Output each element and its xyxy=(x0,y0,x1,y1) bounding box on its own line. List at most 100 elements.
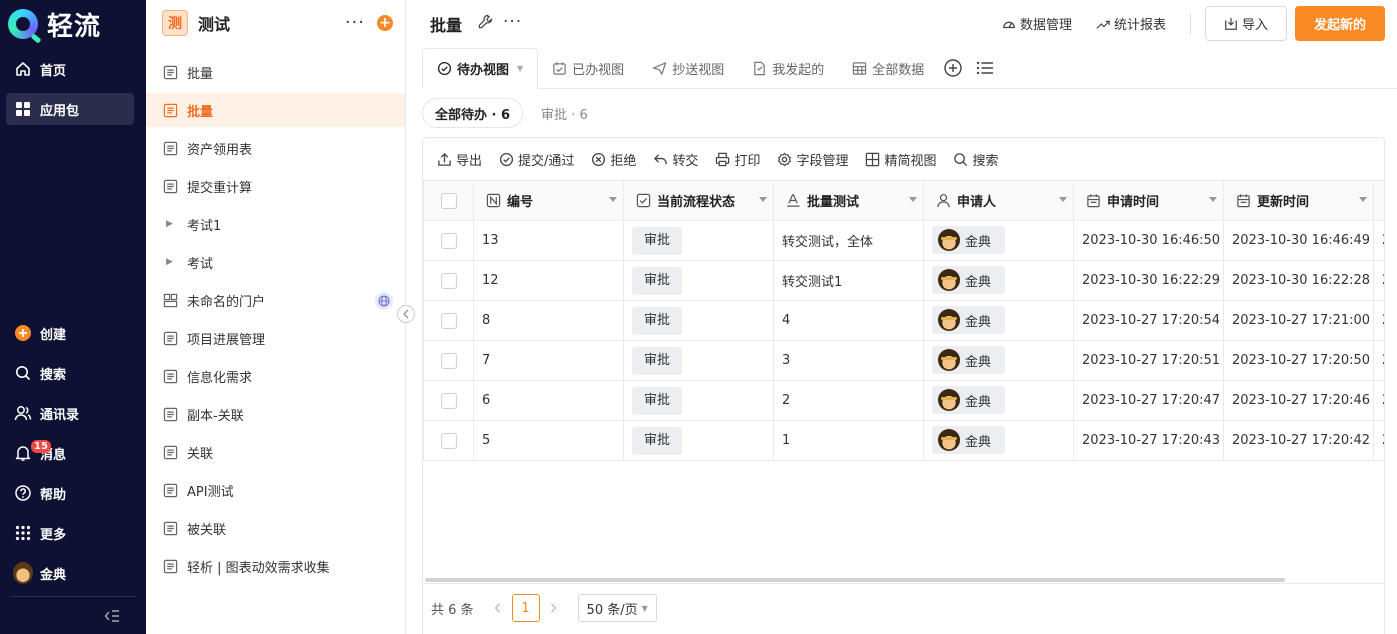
sort-arrow-icon[interactable] xyxy=(1359,197,1367,202)
applicant-chip[interactable]: 金典 xyxy=(932,306,1006,334)
row-checkbox[interactable] xyxy=(440,312,457,329)
prev-page-button[interactable] xyxy=(484,594,512,622)
applicant-chip[interactable]: 金典 xyxy=(932,346,1006,374)
sort-arrow-icon[interactable] xyxy=(759,197,767,202)
more-options-icon[interactable]: ··· xyxy=(345,14,365,32)
nav-collapse-button[interactable] xyxy=(10,596,136,634)
nav-item-help[interactable]: 帮助 xyxy=(6,477,134,509)
applicant-chip[interactable]: 金典 xyxy=(932,266,1006,294)
toolbar-button[interactable]: 拒绝 xyxy=(591,150,636,169)
table-row[interactable]: 6 审批 2 金典 2023-10-27 17:20:47 2023-10-27 17:2… xyxy=(423,380,1384,421)
wrench-icon[interactable] xyxy=(478,14,493,29)
sort-arrow-icon[interactable] xyxy=(1209,197,1217,202)
table-row[interactable]: 12 审批 转交测试1 金典 2023-10-30 16:22:29 2023-10-30… xyxy=(423,260,1384,301)
sidebar-item[interactable]: 信息化需求 xyxy=(146,359,405,393)
column-header[interactable]: 当前流程状态 xyxy=(623,180,774,221)
toolbar-button[interactable]: 精简视图 xyxy=(865,150,936,169)
row-checkbox[interactable] xyxy=(440,352,457,369)
import-button[interactable]: 导入 xyxy=(1205,6,1287,41)
page-1-button[interactable]: 1 xyxy=(511,594,540,622)
row-checkbox[interactable] xyxy=(440,392,457,409)
nav-item-contacts[interactable]: 通讯录 xyxy=(6,397,134,429)
nav-item-more[interactable]: 更多 xyxy=(6,517,134,549)
row-checkbox[interactable] xyxy=(440,232,457,249)
sidebar-item[interactable]: ▶ 考试1 xyxy=(146,207,405,241)
updated-time-cell: 2023-10-30 16:22:28 xyxy=(1223,260,1374,301)
view-list-icon[interactable] xyxy=(976,60,994,76)
page-size-select[interactable]: 50 条/页 ▼ xyxy=(577,594,657,622)
applicant-chip[interactable]: 金典 xyxy=(932,426,1006,454)
applicant-chip[interactable]: 金典 xyxy=(932,226,1006,254)
toolbar-button[interactable]: 提交/通过 xyxy=(499,150,574,169)
nav-item-apps[interactable]: 应用包 xyxy=(6,93,134,125)
horizontal-scrollbar[interactable] xyxy=(425,578,1380,584)
stats-report-link[interactable]: 统计报表 xyxy=(1096,14,1166,33)
view-tab[interactable]: 抄送视图 xyxy=(638,48,738,88)
view-tab[interactable]: 我发起的 xyxy=(738,48,838,88)
toolbar-button[interactable]: 转交 xyxy=(653,150,698,169)
nav-item-home[interactable]: 首页 xyxy=(6,53,134,85)
applicant-chip[interactable]: 金典 xyxy=(932,386,1006,414)
toolbar-button[interactable]: 字段管理 xyxy=(777,150,848,169)
sidebar-item[interactable]: ▶ 考试 xyxy=(146,245,405,279)
row-checkbox[interactable] xyxy=(440,432,457,449)
table-row[interactable]: 13 审批 转交测试，全体 金典 2023-10-30 16:46:50 2023-10-… xyxy=(423,220,1384,261)
dropdown-arrow-icon[interactable]: ▼ xyxy=(517,64,523,73)
scrollbar-thumb[interactable] xyxy=(425,578,1285,582)
applied-time: 2023-10-27 17:20:43 xyxy=(1082,433,1221,448)
column-header[interactable]: 批量测试 xyxy=(773,180,924,221)
person-field-icon xyxy=(936,193,957,208)
toolbar-button[interactable]: 搜索 xyxy=(953,150,999,169)
sort-arrow-icon[interactable] xyxy=(909,197,917,202)
nav-label: 金典 xyxy=(40,567,67,583)
column-header[interactable]: 申请时间 xyxy=(1073,180,1224,221)
table-row[interactable]: 5 审批 1 金典 2023-10-27 17:20:43 2023-10-27 17:2… xyxy=(423,420,1384,461)
sort-arrow-icon[interactable] xyxy=(609,197,617,202)
table-row[interactable]: 8 审批 4 金典 2023-10-27 17:20:54 2023-10-27 17:2… xyxy=(423,300,1384,341)
view-tab[interactable]: 待办视图 ▼ xyxy=(422,48,539,89)
nav-item-messages[interactable]: 15 消息 xyxy=(6,437,134,469)
batch-test-value: 1 xyxy=(782,433,791,448)
view-tab[interactable]: 已办视图 xyxy=(538,48,638,88)
start-new-button[interactable]: 发起新的 xyxy=(1295,6,1385,41)
select-all-checkbox[interactable] xyxy=(440,192,457,209)
column-header[interactable]: 编号 xyxy=(473,180,624,221)
brand-logo[interactable]: 轻流 xyxy=(8,6,101,42)
next-page-button[interactable] xyxy=(540,594,568,622)
dropdown-arrow-icon: ▼ xyxy=(641,603,648,613)
view-tab[interactable]: 全部数据 xyxy=(838,48,938,88)
column-header[interactable]: 更新时间 xyxy=(1223,180,1374,221)
table-row[interactable]: 7 审批 3 金典 2023-10-27 17:20:51 2023-10-27 17:2… xyxy=(423,340,1384,381)
sidebar-item[interactable]: 资产领用表 xyxy=(146,131,405,165)
globe-icon[interactable] xyxy=(375,292,393,310)
nav-item-profile[interactable]: 金典 xyxy=(6,557,134,589)
applicant-cell: 金典 xyxy=(923,300,1074,341)
add-view-icon[interactable] xyxy=(944,59,962,77)
sidebar-item[interactable]: 副本-关联 xyxy=(146,397,405,431)
logo-icon xyxy=(8,9,38,39)
form-icon xyxy=(162,330,178,346)
sidebar-item[interactable]: 被关联 xyxy=(146,511,405,545)
sidebar-item[interactable]: 项目进展管理 xyxy=(146,321,405,355)
sidebar-item[interactable]: API测试 xyxy=(146,473,405,507)
applied-time: 2023-10-27 17:20:47 xyxy=(1082,393,1221,408)
more-options-icon[interactable]: ··· xyxy=(503,13,522,30)
filter-chip[interactable]: 全部待办 · 6 xyxy=(422,98,524,128)
data-manage-link[interactable]: 数据管理 xyxy=(1002,14,1072,33)
sidebar-item[interactable]: 轻析 | 图表动效需求收集 xyxy=(146,549,405,583)
toolbar-button[interactable]: 导出 xyxy=(437,150,482,169)
row-checkbox[interactable] xyxy=(440,272,457,289)
column-header[interactable]: 申请人 xyxy=(923,180,1074,221)
sidebar-item[interactable]: 批量 xyxy=(146,55,405,89)
sidebar-item[interactable]: 批量 xyxy=(146,93,405,127)
nav-item-create[interactable]: 创建 xyxy=(6,317,134,349)
sidebar-collapse-button[interactable] xyxy=(397,305,415,323)
sidebar-item[interactable]: 未命名的门户 xyxy=(146,283,405,317)
filter-chip[interactable]: 审批 · 6 xyxy=(529,98,600,128)
nav-item-search[interactable]: 搜索 xyxy=(6,357,134,389)
sidebar-item[interactable]: 提交重计算 xyxy=(146,169,405,203)
add-form-button[interactable]: + xyxy=(377,15,393,31)
sidebar-item[interactable]: 关联 xyxy=(146,435,405,469)
toolbar-button[interactable]: 打印 xyxy=(715,150,760,169)
sort-arrow-icon[interactable] xyxy=(1059,197,1067,202)
